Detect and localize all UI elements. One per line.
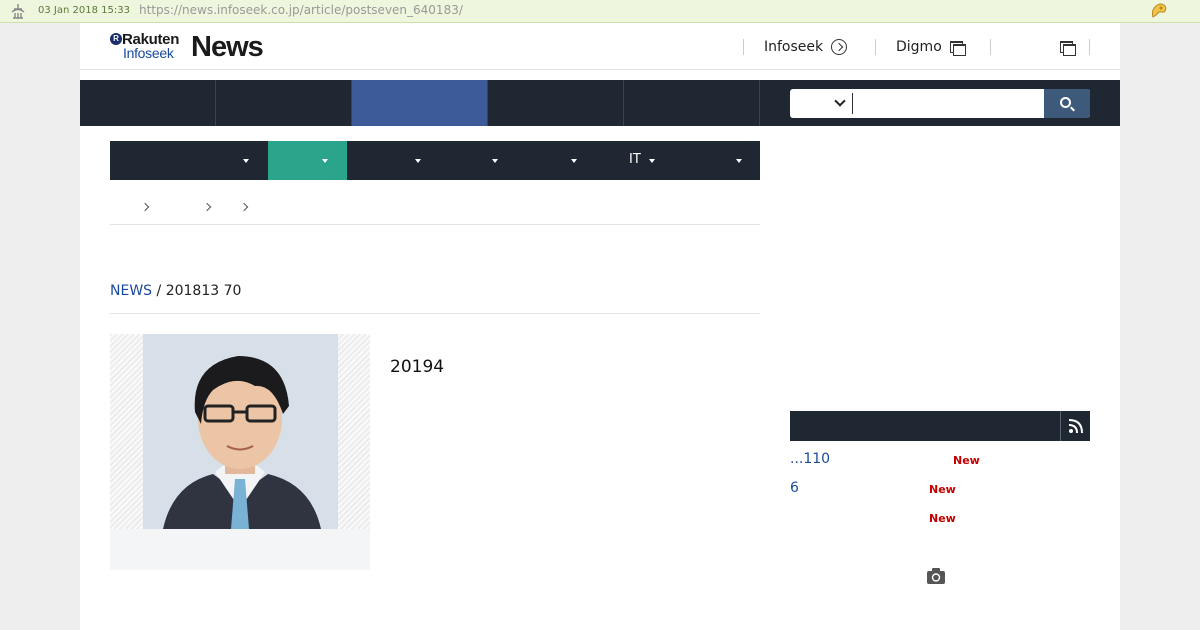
dropdown-arrow-icon bbox=[415, 159, 421, 163]
header-divider bbox=[743, 39, 744, 55]
header-link-label: Infoseek bbox=[764, 39, 824, 55]
search-icon bbox=[1060, 97, 1071, 108]
header-divider bbox=[875, 39, 876, 55]
category-tab[interactable] bbox=[426, 141, 505, 180]
main-nav-item[interactable] bbox=[624, 80, 760, 126]
header-link-external[interactable] bbox=[1052, 37, 1076, 57]
header-divider bbox=[990, 39, 991, 55]
category-tab[interactable] bbox=[505, 141, 584, 180]
search-input[interactable] bbox=[852, 93, 1042, 114]
dropdown-arrow-icon bbox=[736, 159, 742, 163]
search-box bbox=[790, 89, 1090, 118]
category-tab-it[interactable]: IT bbox=[584, 141, 663, 180]
archive-badge-icon[interactable] bbox=[1150, 2, 1168, 20]
ranking-item-title: ...110 bbox=[790, 451, 831, 467]
logo-infoseek-text: Infoseek bbox=[123, 45, 174, 61]
page-container: R Rakuten Infoseek News Infoseek Digmo I… bbox=[80, 23, 1120, 630]
source-separator: / bbox=[152, 283, 166, 299]
main-nav-item[interactable] bbox=[488, 80, 624, 126]
logo-news-text: News bbox=[191, 31, 264, 63]
main-nav-item-active[interactable] bbox=[352, 80, 488, 126]
category-tab[interactable] bbox=[663, 141, 760, 180]
main-nav-item[interactable] bbox=[80, 80, 216, 126]
chevron-down-icon bbox=[834, 95, 846, 107]
ranking-item-title: 6 bbox=[790, 480, 799, 496]
ranking-item[interactable]: ...110 bbox=[790, 451, 830, 467]
article-photo[interactable] bbox=[143, 334, 338, 529]
external-window-icon bbox=[1060, 40, 1076, 56]
dropdown-arrow-icon bbox=[322, 159, 328, 163]
dropdown-arrow-icon bbox=[492, 159, 498, 163]
category-tab-label: IT bbox=[629, 152, 641, 167]
category-tab[interactable] bbox=[110, 141, 268, 180]
rss-icon bbox=[1069, 419, 1083, 433]
capture-url[interactable]: https://news.infoseek.co.jp/article/post… bbox=[139, 3, 463, 17]
new-badge: New bbox=[953, 454, 980, 467]
article-headline[interactable]: 20194 bbox=[390, 357, 444, 377]
site-header: R Rakuten Infoseek News Infoseek Digmo bbox=[80, 23, 1120, 70]
external-window-icon bbox=[949, 40, 966, 56]
new-badge: New bbox=[929, 483, 956, 496]
category-tab[interactable] bbox=[347, 141, 426, 180]
article-source: NEWS / 201813 70 bbox=[110, 283, 241, 299]
header-link-digmo[interactable]: Digmo bbox=[896, 37, 966, 57]
header-link-infoseek[interactable]: Infoseek bbox=[764, 37, 848, 57]
ranking-header bbox=[790, 411, 1090, 441]
circle-arrow-icon bbox=[831, 39, 848, 55]
article-date: 201813 70 bbox=[165, 283, 242, 299]
search-button[interactable] bbox=[1044, 89, 1090, 118]
source-link[interactable]: NEWS bbox=[110, 283, 152, 299]
category-tab-active[interactable] bbox=[268, 141, 347, 180]
dropdown-arrow-icon bbox=[243, 159, 249, 163]
divider bbox=[110, 313, 760, 314]
dropdown-arrow-icon bbox=[649, 159, 655, 163]
chevron-right-icon bbox=[239, 202, 249, 212]
rakuten-r-mark: R bbox=[110, 33, 122, 45]
breadcrumb bbox=[110, 195, 760, 225]
main-nav bbox=[80, 80, 1120, 126]
rss-button[interactable] bbox=[1060, 411, 1090, 441]
article-photo-frame bbox=[110, 334, 370, 570]
capture-date: 03 Jan 2018 15:33 bbox=[38, 5, 130, 16]
archive-toolbar: 03 Jan 2018 15:33 https://news.infoseek.… bbox=[0, 0, 1200, 23]
rakuten-infoseek-news-logo[interactable]: R Rakuten Infoseek News bbox=[110, 31, 270, 63]
header-link-label: Digmo bbox=[896, 39, 942, 55]
chevron-right-icon bbox=[140, 202, 150, 212]
camera-icon[interactable] bbox=[926, 567, 946, 585]
main-nav-item[interactable] bbox=[216, 80, 352, 126]
category-nav: IT bbox=[110, 141, 760, 180]
archive-logo-icon[interactable] bbox=[9, 3, 27, 20]
search-scope-select[interactable] bbox=[790, 89, 852, 118]
dropdown-arrow-icon bbox=[571, 159, 577, 163]
chevron-right-icon bbox=[202, 202, 212, 212]
new-badge: New bbox=[929, 512, 956, 525]
header-divider bbox=[1089, 39, 1090, 55]
ranking-item[interactable]: 6 bbox=[790, 480, 799, 496]
